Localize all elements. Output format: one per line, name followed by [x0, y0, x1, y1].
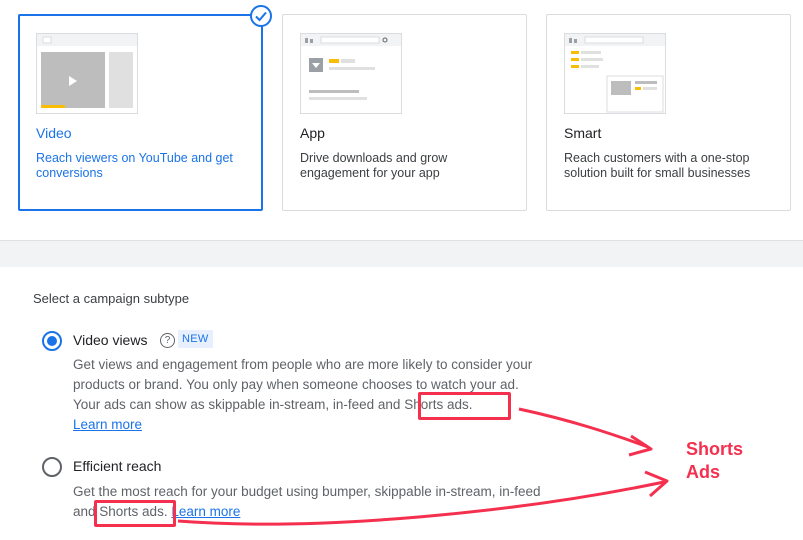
- arrow-line: [177, 480, 665, 526]
- annotation-line: Shorts: [686, 439, 744, 459]
- shorts-ads-annotation: Shorts Ads: [686, 438, 743, 484]
- annotation-arrows: [177, 407, 669, 526]
- annotation-line: Ads: [686, 462, 721, 482]
- arrow-line: [518, 407, 649, 449]
